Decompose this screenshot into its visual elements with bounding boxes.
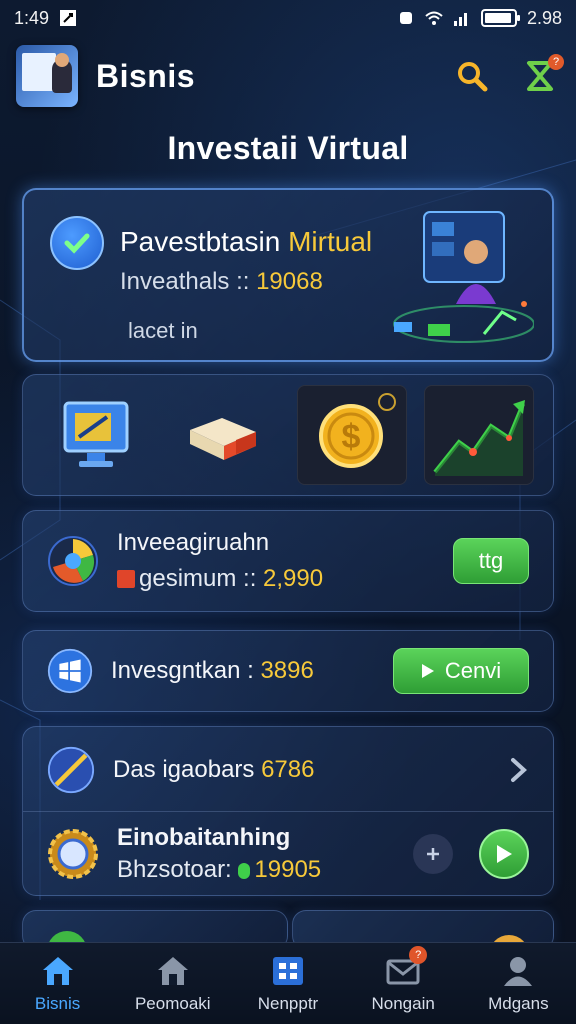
nav-label-messages: Nongain [371,993,435,1013]
investment-summary-card[interactable]: Invesgntkan : 3896 Cenvi [22,630,554,712]
investment-sub-label: gesimum :: [139,565,264,592]
hero-title-main: Pavestbtasin [120,226,289,257]
nav-label-promo: Peomoaki [134,993,211,1013]
hero-sub-label: Inveathals :: [120,268,257,295]
battery-level: 2.98 [526,7,562,28]
compass-icon [47,746,95,794]
earnings-sub: Bhzsotoar: 19905 [117,856,321,884]
battery-icon [480,9,520,27]
hourglass-button[interactable]: ? [520,54,564,96]
divider [23,811,553,812]
pie-chart-icon [48,536,98,586]
summary-text: Invesgntkan : 3896 [111,657,314,685]
details-list-card: Das igaobars 6786 Einobaitanhing Bhzsoto… [22,726,554,896]
hero-sub-value: 19068 [256,268,323,295]
plus-icon [427,848,439,860]
nav-item-bisnis[interactable]: Bisnis [3,954,113,1014]
check-icon [50,216,104,270]
quick-tools-row: $ [22,374,554,496]
nav-label-profile: Mdgans [488,993,549,1013]
summary-value: 3896 [260,657,314,684]
dollar-coin-icon: $ [318,393,396,468]
home-icon [42,956,73,985]
page-title: Investaii Virtual [167,130,409,166]
go-button[interactable]: Cenvi [393,648,529,694]
app-header: Bisnis ? [0,38,576,114]
wifi-icon [425,11,443,25]
windows-icon [47,648,93,694]
signal-icon [453,13,467,26]
invest-action-label: ttg [478,548,504,573]
coin-tile[interactable]: $ [296,385,407,485]
hero-title: Pavestbtasin Mirtual [120,226,372,258]
eraser-icon [190,418,257,460]
app-title: Bisnis [96,57,196,94]
notification-badge: ? [548,54,564,70]
hero-link[interactable]: lacet in [128,318,198,344]
app-logo [16,45,78,107]
summary-label: Invesgntkan : [111,657,261,684]
notification-icon [60,10,77,26]
svg-text:$: $ [341,418,360,456]
nav-item-report[interactable]: Nenpptr [233,954,343,1014]
list-item-dashboard[interactable]: Das igaobars 6786 [23,745,553,795]
investment-sub: gesimum :: 2,990 [117,565,323,593]
hero-card[interactable]: Pavestbtasin Mirtual Inveathals :: 19068… [22,188,554,362]
trader-illustration [393,211,534,343]
earnings-sub-label: Bhzsotoar: [117,856,239,883]
nav-label-bisnis: Bisnis [34,993,81,1013]
chart-tile[interactable] [424,385,535,485]
growth-chart-icon [433,400,526,476]
nav-label-report: Nenpptr [257,993,319,1013]
invest-action-button[interactable]: ttg [453,538,529,584]
list-item-earnings[interactable]: Einobaitanhing Bhzsotoar: 19905 [23,819,553,889]
chevron-right-icon[interactable] [509,757,529,783]
eraser-tile[interactable] [169,385,279,485]
search-icon [458,62,488,92]
play-icon [497,845,512,863]
nav-item-messages[interactable]: ? Nongain [348,945,458,1014]
grid-icon [272,956,303,985]
house-icon [157,956,188,985]
earnings-sub-value: 19905 [254,856,322,883]
search-button[interactable] [452,56,492,96]
nav-item-promo[interactable]: Peomoaki [118,954,228,1014]
add-button[interactable] [413,834,453,874]
alarm-icon [399,12,412,24]
user-icon [504,956,533,986]
green-dot-icon [238,863,251,879]
play-button[interactable] [479,829,529,879]
investment-sub-value: 2,990 [263,565,324,592]
investment-card[interactable]: Inveeagiruahn gesimum :: 2,990 ttg [22,510,554,612]
earnings-title: Einobaitanhing [117,824,291,851]
monitor-icon [63,401,129,467]
go-button-label: Cenvi [444,658,502,683]
status-time: 1:49 [14,7,50,28]
monitor-tile[interactable] [42,385,152,485]
messages-badge: ? [409,945,428,964]
status-bar: 1:49 2.98 [0,0,576,36]
hero-title-accent: Mirtual [288,226,373,257]
hero-subtitle: Inveathals :: 19068 [120,268,323,296]
bottom-navigation: Bisnis Peomoaki Nenpptr ? Nongain Mdgans [0,942,576,1024]
play-icon [421,664,434,678]
list-item-text: Das igaobars 6786 [113,756,314,784]
investment-title: Inveeagiruahn [117,529,270,556]
nav-item-profile[interactable]: Mdgans [463,954,573,1014]
gear-icon [48,829,98,879]
list-item-value: 6786 [261,756,315,783]
gift-icon [117,570,135,588]
list-item-label: Das igaobars [113,756,262,783]
